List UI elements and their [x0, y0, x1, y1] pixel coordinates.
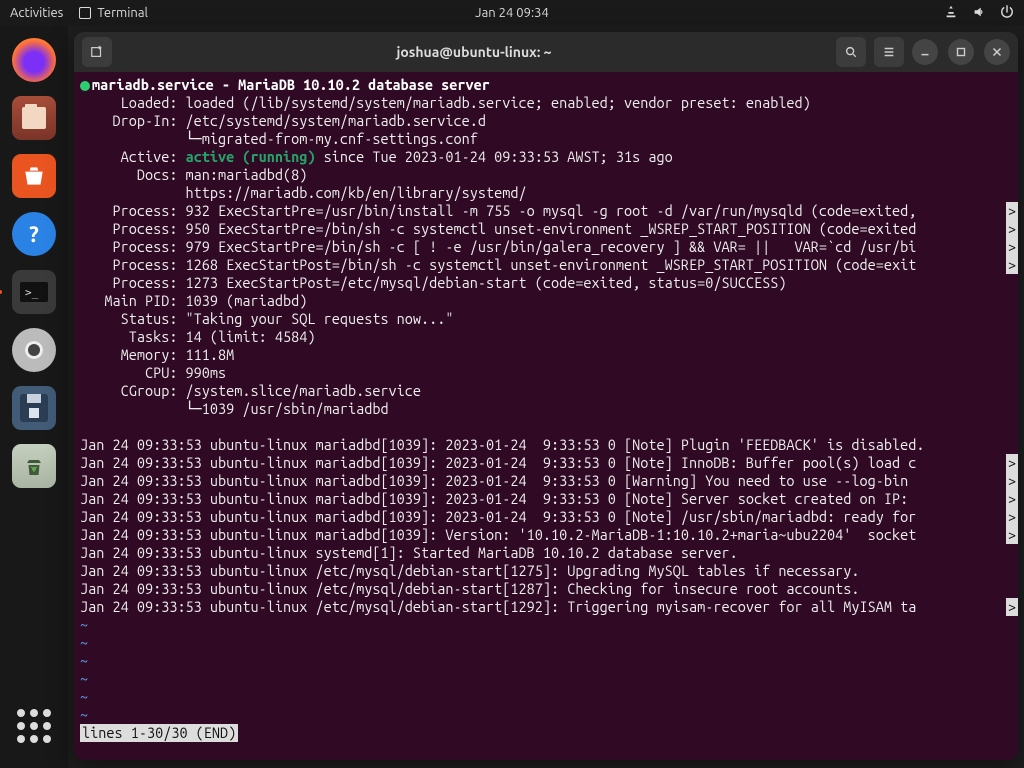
overflow-arrow: > — [1006, 238, 1018, 256]
overflow-arrow: > — [1006, 202, 1018, 220]
line-cpu: CPU: 990ms — [80, 364, 226, 381]
log-line: Jan 24 09:33:53 ubuntu-linux mariadbd[10… — [80, 472, 916, 489]
line-proc-932: Process: 932 ExecStartPre=/usr/bin/insta… — [80, 202, 916, 219]
dock-help[interactable]: ? — [10, 210, 58, 258]
log-line: Jan 24 09:33:53 ubuntu-linux mariadbd[10… — [80, 526, 916, 543]
overflow-arrow: > — [1006, 598, 1018, 616]
line-cgroup: CGroup: /system.slice/mariadb.service — [80, 382, 421, 399]
pager-tilde: ~ — [80, 616, 88, 633]
log-line: Jan 24 09:33:53 ubuntu-linux systemd[1]:… — [80, 544, 738, 561]
log-line: Jan 24 09:33:53 ubuntu-linux /etc/mysql/… — [80, 562, 860, 579]
pager-status: lines 1-30/30 (END) — [80, 724, 238, 742]
line-dropin2: └─migrated-from-my.cnf-settings.conf — [80, 130, 478, 147]
dock-software[interactable] — [10, 152, 58, 200]
close-button[interactable] — [984, 39, 1010, 65]
dock: ? >_ — [0, 26, 68, 768]
firefox-icon — [12, 38, 56, 82]
pager-tilde: ~ — [80, 706, 88, 723]
log-line: Jan 24 09:33:53 ubuntu-linux /etc/mysql/… — [80, 598, 916, 615]
line-memory: Memory: 111.8M — [80, 346, 234, 363]
line-active-label: Active: — [80, 148, 186, 165]
line-proc-1273: Process: 1273 ExecStartPost=/etc/mysql/d… — [80, 274, 786, 291]
log-line: Jan 24 09:33:53 ubuntu-linux /etc/mysql/… — [80, 580, 860, 597]
line-active-tail: since Tue 2023-01-24 09:33:53 AWST; 31s … — [315, 148, 672, 165]
dock-trash[interactable] — [10, 442, 58, 490]
line-cgroup2: └─1039 /usr/sbin/mariadbd — [80, 400, 389, 417]
disc-icon — [12, 328, 56, 372]
activities-button[interactable]: Activities — [10, 6, 63, 20]
minimize-button[interactable] — [912, 39, 938, 65]
terminal-output[interactable]: mariadb.service - MariaDB 10.10.2 databa… — [74, 72, 1018, 760]
log-line: Jan 24 09:33:53 ubuntu-linux mariadbd[10… — [80, 490, 916, 507]
overflow-arrow: > — [1006, 508, 1018, 526]
menu-button[interactable] — [874, 37, 904, 67]
log-line: Jan 24 09:33:53 ubuntu-linux mariadbd[10… — [80, 454, 916, 471]
overflow-arrow: > — [1006, 472, 1018, 490]
search-button[interactable] — [836, 37, 866, 67]
overflow-arrow: > — [1006, 256, 1018, 274]
line-docs2: https://mariadb.com/kb/en/library/system… — [80, 184, 527, 201]
status-dot-icon — [80, 81, 90, 91]
volume-icon[interactable] — [972, 5, 986, 22]
gnome-topbar: Activities Terminal Jan 24 09:34 — [0, 0, 1024, 26]
software-icon — [12, 154, 56, 198]
service-header: mariadb.service - MariaDB 10.10.2 databa… — [92, 76, 490, 93]
overflow-arrow: > — [1006, 220, 1018, 238]
line-loaded: Loaded: loaded (/lib/systemd/system/mari… — [80, 94, 811, 111]
trash-icon — [12, 444, 56, 488]
apps-grid-icon — [17, 709, 51, 743]
dock-disc[interactable] — [10, 326, 58, 374]
dock-terminal[interactable]: >_ — [10, 268, 58, 316]
line-status: Status: "Taking your SQL requests now...… — [80, 310, 454, 327]
line-docs: Docs: man:mariadbd(8) — [80, 166, 307, 183]
line-tasks: Tasks: 14 (limit: 4584) — [80, 328, 315, 345]
focused-app-menu[interactable]: Terminal — [79, 6, 148, 20]
maximize-button[interactable] — [948, 39, 974, 65]
active-status: active (running) — [186, 148, 316, 165]
line-dropin: Drop-In: /etc/systemd/system/mariadb.ser… — [80, 112, 486, 129]
power-icon[interactable] — [1000, 5, 1014, 22]
new-tab-button[interactable] — [82, 37, 112, 67]
files-icon — [12, 96, 56, 140]
help-icon: ? — [12, 212, 56, 256]
show-applications[interactable] — [10, 702, 58, 750]
dock-firefox[interactable] — [10, 36, 58, 84]
pager-tilde: ~ — [80, 634, 88, 651]
terminal-app-icon — [79, 7, 91, 19]
line-mainpid: Main PID: 1039 (mariadbd) — [80, 292, 307, 309]
floppy-icon — [12, 386, 56, 430]
overflow-arrow: > — [1006, 526, 1018, 544]
terminal-icon: >_ — [12, 270, 56, 314]
pager-tilde: ~ — [80, 688, 88, 705]
network-icon[interactable] — [944, 5, 958, 22]
log-line: Jan 24 09:33:53 ubuntu-linux mariadbd[10… — [80, 508, 916, 525]
line-proc-1268: Process: 1268 ExecStartPost=/bin/sh -c s… — [80, 256, 916, 273]
overflow-arrow: > — [1006, 454, 1018, 472]
pager-tilde: ~ — [80, 652, 88, 669]
overflow-arrow: > — [1006, 490, 1018, 508]
dock-floppy[interactable] — [10, 384, 58, 432]
clock[interactable]: Jan 24 09:34 — [475, 6, 549, 20]
terminal-window: joshua@ubuntu-linux: ~ mariadb.service -… — [74, 32, 1018, 760]
line-proc-950: Process: 950 ExecStartPre=/bin/sh -c sys… — [80, 220, 916, 237]
log-line: Jan 24 09:33:53 ubuntu-linux mariadbd[10… — [80, 436, 924, 453]
dock-files[interactable] — [10, 94, 58, 142]
window-titlebar: joshua@ubuntu-linux: ~ — [74, 32, 1018, 72]
line-proc-979: Process: 979 ExecStartPre=/bin/sh -c [ !… — [80, 238, 916, 255]
window-title: joshua@ubuntu-linux: ~ — [120, 44, 828, 60]
focused-app-label: Terminal — [97, 6, 148, 20]
pager-tilde: ~ — [80, 670, 88, 687]
